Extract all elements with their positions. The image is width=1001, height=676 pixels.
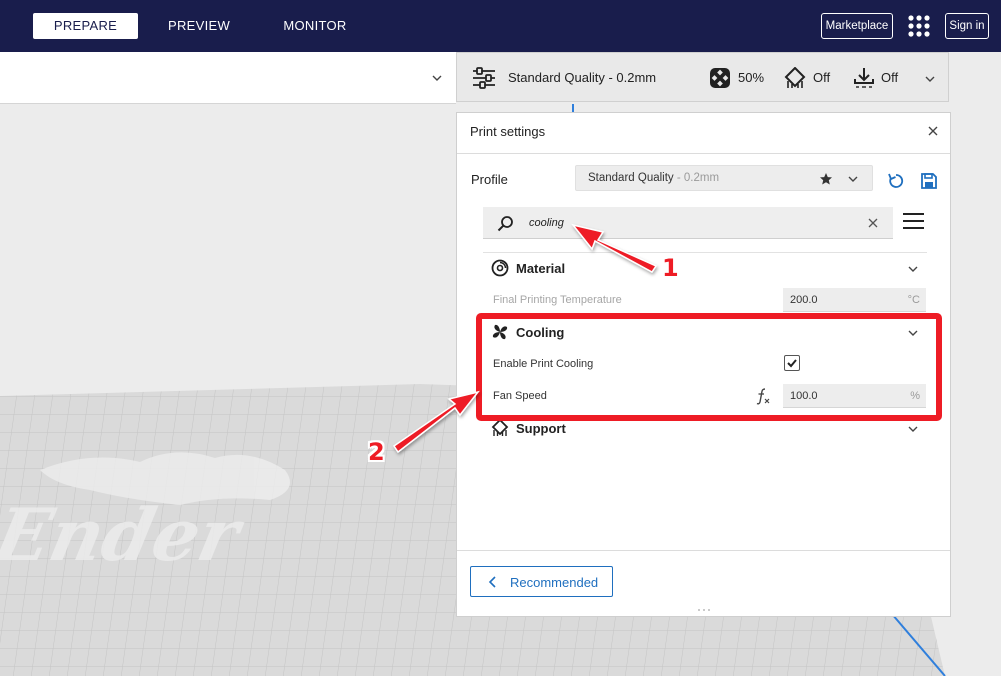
- adhesion-value: Off: [881, 70, 899, 85]
- divider: [483, 252, 927, 253]
- menu-icon[interactable]: [903, 211, 924, 231]
- check-icon: [787, 359, 797, 368]
- category-material[interactable]: Material: [483, 254, 927, 282]
- support-icon: [491, 419, 509, 436]
- print-settings-panel: Print settings Profile Standard Quality …: [456, 112, 951, 617]
- category-cooling[interactable]: Cooling: [483, 318, 927, 346]
- tab-prepare[interactable]: PREPARE: [33, 13, 138, 39]
- category-label: Support: [516, 421, 566, 436]
- category-support[interactable]: Support: [483, 414, 927, 442]
- print-setup-selector[interactable]: Standard Quality - 0.2mm 50% Off Off: [456, 52, 949, 102]
- infill-value: 50%: [738, 70, 765, 85]
- bed-logo-text: Ender: [0, 494, 251, 578]
- save-icon[interactable]: [920, 172, 938, 190]
- setting-final-printing-temperature: Final Printing Temperature 200.0 °C: [483, 286, 927, 314]
- sliders-icon: [473, 67, 495, 89]
- divider: [457, 153, 950, 154]
- material-spool-icon: [491, 259, 509, 277]
- setting-value: 100.0: [790, 390, 818, 402]
- reset-icon[interactable]: [887, 172, 905, 190]
- close-icon[interactable]: [927, 125, 939, 137]
- star-icon[interactable]: [819, 172, 833, 186]
- setting-label: Enable Print Cooling: [493, 358, 594, 370]
- callout-number-1: 1: [662, 254, 679, 282]
- setting-label: Fan Speed: [493, 390, 547, 402]
- quality-profile-label: Standard Quality - 0.2mm: [508, 70, 657, 85]
- search-input[interactable]: [529, 214, 849, 232]
- final-temperature-field[interactable]: 200.0 °C: [783, 288, 926, 312]
- callout-number-2: 2: [368, 438, 385, 466]
- chevron-down-icon: [908, 330, 918, 336]
- chevron-down-icon: [908, 266, 918, 272]
- category-label: Material: [516, 261, 566, 276]
- setting-label: Final Printing Temperature: [493, 294, 622, 306]
- fan-icon: [492, 324, 508, 340]
- recommended-label: Recommended: [510, 575, 599, 590]
- profile-layer-height: - 0.2mm: [673, 172, 720, 184]
- marketplace-button[interactable]: Marketplace: [821, 13, 893, 39]
- chevron-down-icon: [432, 75, 442, 81]
- setting-value: 200.0: [790, 294, 818, 306]
- profile-name: Standard Quality - 0.2mm: [588, 172, 720, 184]
- profile-label: Profile: [471, 172, 508, 187]
- panel-title: Print settings: [470, 124, 546, 139]
- support-icon: [784, 67, 806, 88]
- printer-selector[interactable]: [0, 52, 456, 104]
- tab-preview[interactable]: PREVIEW: [160, 13, 238, 39]
- resize-handle[interactable]: [697, 608, 711, 612]
- function-icon[interactable]: [754, 387, 772, 405]
- enable-cooling-checkbox[interactable]: [784, 355, 800, 371]
- recommended-button[interactable]: Recommended: [470, 566, 613, 597]
- setting-enable-print-cooling: Enable Print Cooling: [483, 350, 927, 378]
- clear-icon[interactable]: [868, 218, 878, 228]
- category-label: Cooling: [516, 325, 565, 340]
- infill-icon: [710, 68, 730, 88]
- tab-monitor[interactable]: MONITOR: [272, 13, 358, 39]
- support-value: Off: [813, 70, 831, 85]
- profile-dropdown[interactable]: Standard Quality - 0.2mm: [575, 165, 873, 191]
- setting-fan-speed: Fan Speed 100.0 %: [483, 382, 927, 410]
- setting-unit: °C: [907, 294, 920, 306]
- settings-search-box[interactable]: [483, 207, 893, 239]
- divider: [457, 550, 950, 551]
- chevron-down-icon: [925, 76, 935, 82]
- chevron-down-icon: [848, 176, 858, 182]
- search-icon: [497, 216, 513, 232]
- adhesion-icon: [854, 68, 874, 88]
- fan-speed-field[interactable]: 100.0 %: [783, 384, 926, 408]
- setting-unit: %: [910, 390, 920, 402]
- stage-menu-bar: PREPARE PREVIEW MONITOR Marketplace Sign…: [0, 0, 1001, 52]
- grid-icon[interactable]: [907, 14, 931, 38]
- sign-in-button[interactable]: Sign in: [945, 13, 989, 39]
- chevron-left-icon: [488, 576, 496, 588]
- chevron-down-icon: [908, 426, 918, 432]
